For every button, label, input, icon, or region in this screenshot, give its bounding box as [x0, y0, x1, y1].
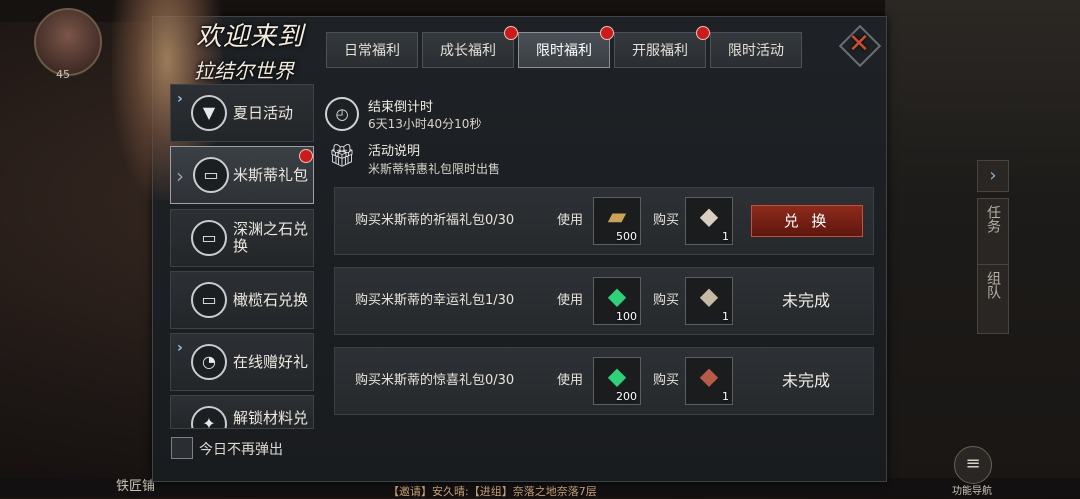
- quest-row: 购买米斯蒂的祈福礼包0/30 使用 ▰ 500 购买 ◆ 1 兑 换: [334, 187, 874, 255]
- quest-row: 购买米斯蒂的惊喜礼包0/30 使用 ◆ 200 购买 ◆ 1 未完成: [334, 347, 874, 415]
- side-tab-task-label: 任务: [985, 205, 1001, 233]
- function-nav-label: 功能导航: [952, 486, 992, 497]
- bag-icon: ◆: [699, 202, 719, 230]
- tab-growth-badge: [504, 26, 518, 40]
- welcome-line-2: 拉结尔世界: [194, 59, 294, 83]
- tab-label: 成长福利: [440, 43, 496, 59]
- use-item-slot[interactable]: ◆ 200: [593, 357, 641, 405]
- use-item-slot[interactable]: ◆ 100: [593, 277, 641, 325]
- close-icon: ✕: [848, 29, 870, 59]
- menu-item-label: 橄榄石兑换: [233, 290, 309, 309]
- package-icon: ▭: [191, 220, 227, 256]
- use-item-count: 200: [616, 390, 637, 403]
- buy-item-slot[interactable]: ◆ 1: [685, 197, 733, 245]
- bag-icon: ◆: [699, 362, 719, 390]
- menu-item-label: 在线赠好礼: [233, 352, 309, 371]
- quest-row-label: 购买米斯蒂的惊喜礼包0/30: [355, 373, 515, 388]
- use-label: 使用: [557, 373, 584, 388]
- status-text: 未完成: [781, 371, 830, 390]
- menu-item-misti-pack[interactable]: ▭ 米斯蒂礼包: [170, 146, 314, 204]
- buy-item-count: 1: [722, 230, 729, 243]
- clock-icon: ◴: [325, 97, 359, 131]
- side-tab-team-label: 组队: [985, 271, 1001, 299]
- quest-row-label: 购买米斯蒂的祈福礼包0/30: [355, 213, 515, 228]
- emerald-icon: ◆: [607, 362, 627, 390]
- description-text: 米斯蒂特惠礼包限时出售: [368, 162, 501, 176]
- menu-item-online-gift[interactable]: › ◔ 在线赠好礼: [170, 333, 314, 391]
- use-item-count: 500: [616, 230, 637, 243]
- countdown-value: 6天13小时40分10秒: [368, 117, 482, 131]
- menu-item-badge: [299, 149, 313, 163]
- buy-label: 购买: [653, 373, 680, 388]
- chat-line[interactable]: 【邀请】安久晴:【进组】奈落之地奈落7层: [388, 483, 597, 499]
- active-chevron-icon: ›: [176, 164, 184, 188]
- tab-growth-welfare[interactable]: 成长福利: [422, 32, 514, 68]
- dont-show-label: 今日不再弹出: [199, 442, 283, 458]
- player-level: 45: [56, 68, 70, 81]
- tab-limited-badge: [600, 26, 614, 40]
- exchange-button[interactable]: 兑 换: [751, 205, 863, 237]
- quest-row: 购买米斯蒂的幸运礼包1/30 使用 ◆ 100 购买 ◆ 1 未完成: [334, 267, 874, 335]
- side-expand-arrow-icon[interactable]: ›: [977, 160, 1009, 192]
- quest-row-label: 购买米斯蒂的幸运礼包1/30: [355, 293, 515, 308]
- description-title: 活动说明: [368, 144, 421, 159]
- tab-label: 限时福利: [536, 43, 592, 59]
- tab-label: 开服福利: [632, 43, 688, 59]
- tab-label: 日常福利: [344, 43, 400, 59]
- wings-icon: ✦: [191, 406, 227, 428]
- smith-shop-label[interactable]: 铁匠铺: [116, 475, 155, 494]
- menu-item-label: 深渊之石兑换: [233, 220, 309, 255]
- expand-chevron-icon: ›: [177, 91, 183, 107]
- tab-label: 限时活动: [728, 43, 784, 59]
- status-text: 未完成: [781, 291, 830, 310]
- use-label: 使用: [557, 293, 584, 308]
- buy-item-count: 1: [722, 390, 729, 403]
- tab-launch-badge: [696, 26, 710, 40]
- side-tab-task[interactable]: 任务: [977, 198, 1009, 268]
- buy-item-slot[interactable]: ◆ 1: [685, 357, 733, 405]
- player-avatar[interactable]: [34, 8, 102, 76]
- dont-show-checkbox[interactable]: [171, 437, 193, 459]
- buy-item-slot[interactable]: ◆ 1: [685, 277, 733, 325]
- package-icon: ▭: [191, 282, 227, 318]
- close-button[interactable]: ✕: [838, 24, 882, 68]
- buy-label: 购买: [653, 293, 680, 308]
- countdown-title: 结束倒计时: [368, 100, 434, 115]
- package-icon: ▭: [193, 157, 229, 193]
- menu-icon: ≡: [954, 446, 992, 484]
- ticket-icon: ▰: [607, 202, 627, 230]
- menu-item-label: 夏日活动: [233, 103, 294, 122]
- tab-limited-welfare[interactable]: 限时福利: [518, 32, 610, 68]
- use-item-slot[interactable]: ▰ 500: [593, 197, 641, 245]
- menu-item-olivine[interactable]: ▭ 橄榄石兑换: [170, 271, 314, 329]
- welcome-banner: 欢迎来到 拉结尔世界: [194, 16, 336, 84]
- bag-icon: ◆: [699, 282, 719, 310]
- use-label: 使用: [557, 213, 584, 228]
- use-item-count: 100: [616, 310, 637, 323]
- function-nav-button[interactable]: ≡ 功能导航: [946, 446, 998, 498]
- tab-launch-welfare[interactable]: 开服福利: [614, 32, 706, 68]
- menu-item-label: 解锁材料兑: [233, 408, 309, 427]
- welcome-line-1: 欢迎来到: [196, 22, 305, 52]
- expand-chevron-icon: ›: [177, 340, 183, 356]
- buy-label: 购买: [653, 213, 680, 228]
- tab-limited-event[interactable]: 限时活动: [710, 32, 802, 68]
- side-tab-team[interactable]: 组队: [977, 264, 1009, 334]
- menu-item-summer-event[interactable]: › ▼ 夏日活动: [170, 84, 314, 142]
- diamond-icon: ▼: [191, 95, 227, 131]
- timer-icon: ◔: [191, 344, 227, 380]
- buy-item-count: 1: [722, 310, 729, 323]
- gift-icon: 🎁︎: [328, 144, 356, 169]
- menu-item-unlock-material[interactable]: ✦ 解锁材料兑: [170, 395, 314, 429]
- tab-daily-welfare[interactable]: 日常福利: [326, 32, 418, 68]
- menu-item-abyss-stone[interactable]: ▭ 深渊之石兑换: [170, 209, 314, 267]
- emerald-icon: ◆: [607, 282, 627, 310]
